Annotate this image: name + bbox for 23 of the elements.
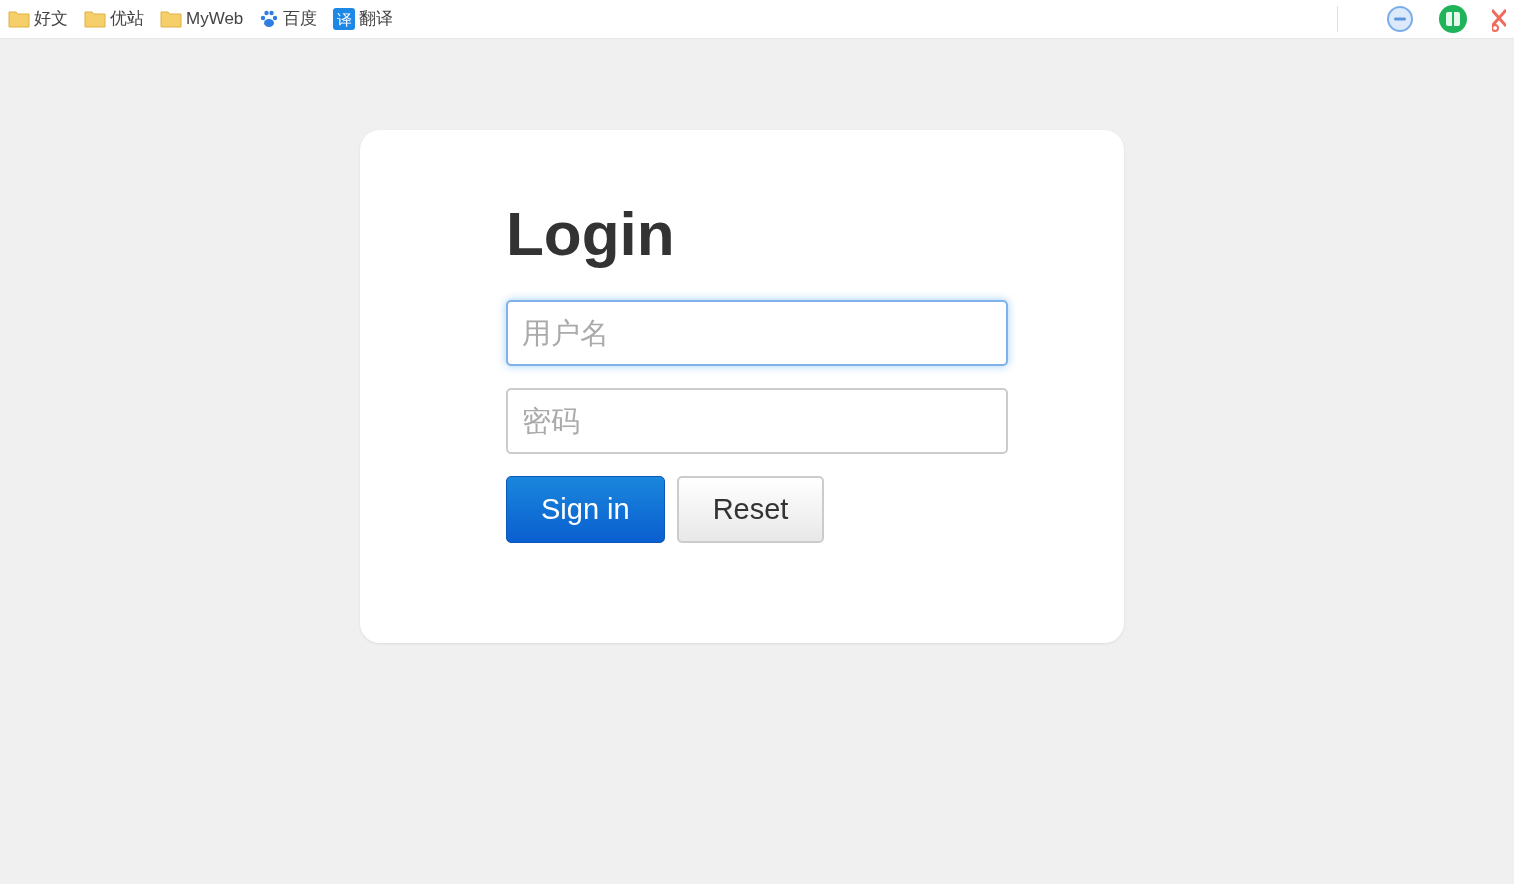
folder-icon [160,10,182,28]
folder-icon [84,10,106,28]
paw-icon [259,9,280,29]
book-icon[interactable] [1438,4,1468,34]
bookmark-link[interactable]: 百度 [259,6,318,32]
bookmark-label: 好文 [34,8,68,31]
bookmark-link[interactable]: MyWeb [160,6,244,32]
scissors-icon[interactable] [1492,6,1506,32]
folder-icon [8,10,30,28]
login-title: Login [506,200,676,269]
username-field[interactable]: 用户名 [506,300,1008,367]
bookmark-label: MyWeb [186,8,244,31]
bookmark-label: 百度 [283,8,318,31]
bookmark-link[interactable]: 优站 [84,6,144,32]
bookmark-label: 翻译 [359,8,394,31]
bookmark-link[interactable]: 译 翻译 [333,6,394,32]
bookmark-link[interactable]: 好文 [8,6,68,32]
reset-button[interactable]: Reset [676,476,825,544]
bookmark-label: 优站 [110,8,144,31]
sign-in-button[interactable]: Sign in [506,476,665,544]
minus-circle-icon[interactable] [1386,5,1414,33]
password-field[interactable]: 密码 [506,388,1008,455]
translate-icon: 译 [333,8,356,30]
